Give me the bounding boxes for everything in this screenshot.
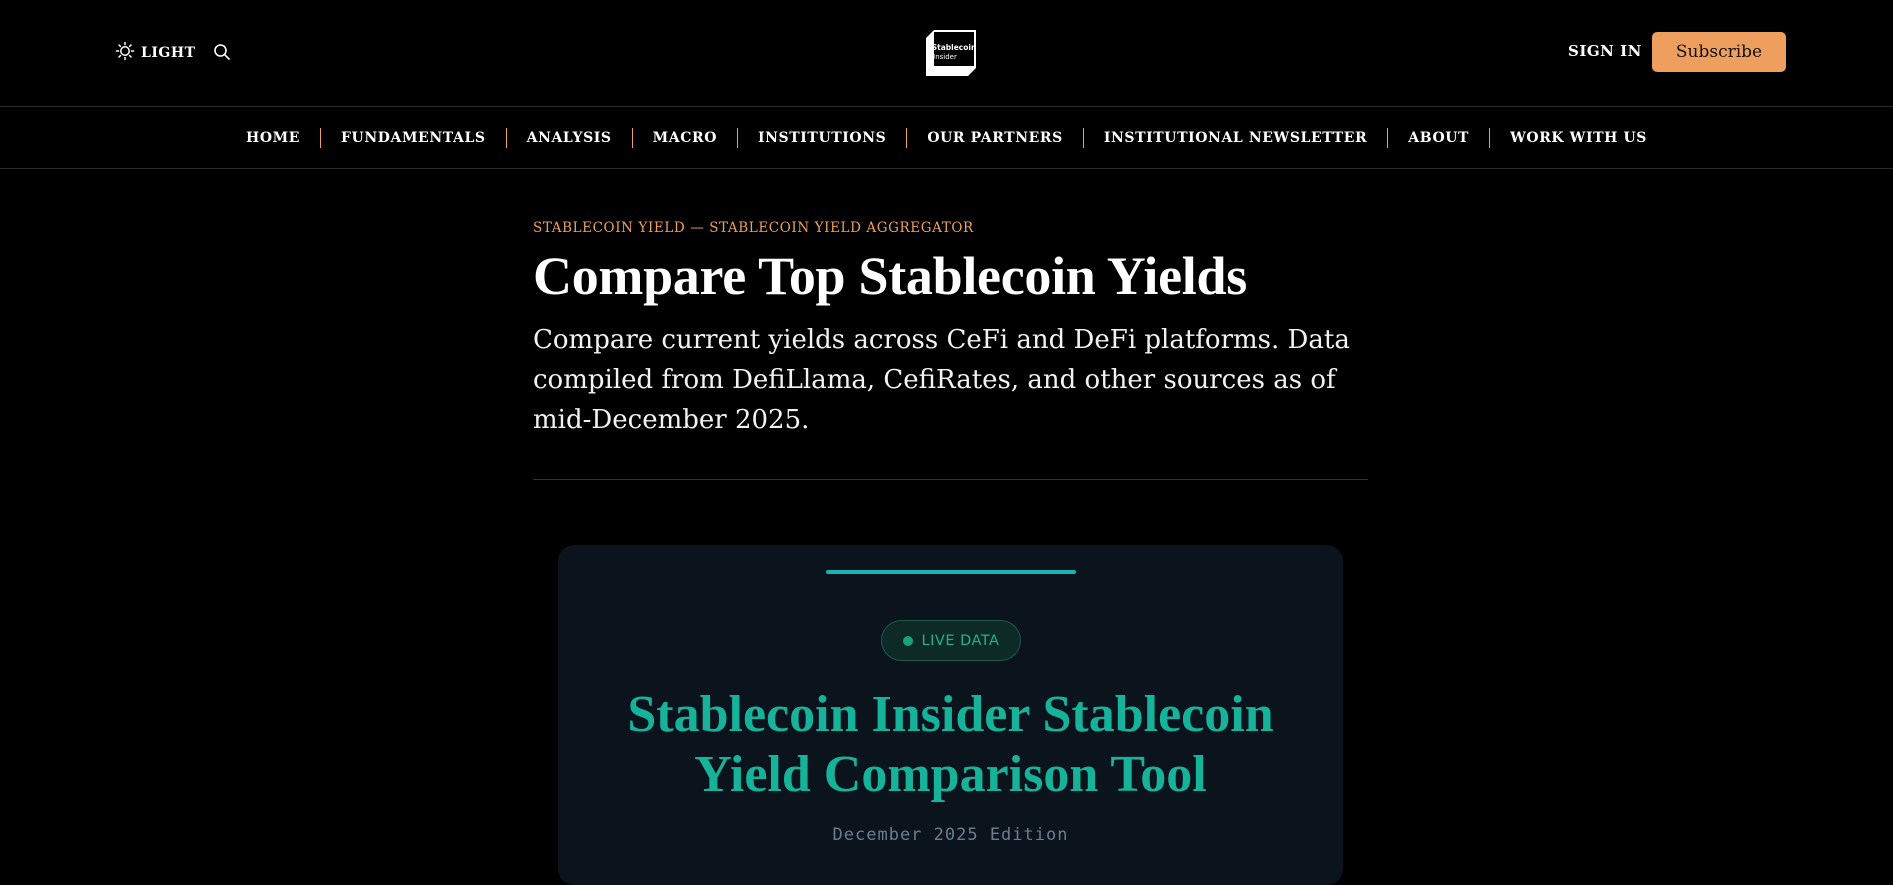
- main-nav: HOME FUNDAMENTALS ANALYSIS MACRO INSTITU…: [0, 108, 1893, 169]
- section-kicker: STABLECOIN YIELD — STABLECOIN YIELD AGGR…: [533, 220, 974, 236]
- sun-icon: [115, 41, 135, 65]
- live-data-label: LIVE DATA: [921, 632, 1000, 649]
- live-data-badge: LIVE DATA: [881, 620, 1021, 661]
- nav-item-about[interactable]: ABOUT: [1388, 130, 1489, 146]
- nav-item-our-partners[interactable]: OUR PARTNERS: [907, 130, 1083, 146]
- card-title-line: Stablecoin Insider Stablecoin: [627, 686, 1274, 743]
- theme-toggle-label: LIGHT: [141, 45, 196, 61]
- card-title-line: Yield Comparison Tool: [694, 746, 1207, 803]
- nav-item-analysis[interactable]: ANALYSIS: [507, 130, 632, 146]
- nav-item-institutional-newsletter[interactable]: INSTITUTIONAL NEWSLETTER: [1084, 130, 1387, 146]
- edition-label: December 2025 Edition: [832, 825, 1069, 845]
- search-icon: [212, 44, 232, 66]
- nav-item-macro[interactable]: MACRO: [633, 130, 737, 146]
- sign-in-link[interactable]: SIGN IN: [1568, 42, 1642, 64]
- nav-item-home[interactable]: HOME: [226, 130, 320, 146]
- site-logo[interactable]: Stablecoin Insider: [924, 28, 978, 77]
- logo-text-line2: Insider: [933, 53, 957, 61]
- theme-toggle[interactable]: LIGHT: [115, 41, 196, 65]
- nav-item-fundamentals[interactable]: FUNDAMENTALS: [321, 130, 506, 146]
- page-title: Compare Top Stablecoin Yields: [533, 246, 1247, 306]
- nav-item-work-with-us[interactable]: WORK WITH US: [1490, 130, 1667, 146]
- nav-item-institutions[interactable]: INSTITUTIONS: [738, 130, 906, 146]
- site-header: LIGHT Stablecoin Insider SIGN IN Subscri…: [0, 0, 1893, 107]
- intro-paragraph: Compare current yields across CeFi and D…: [533, 325, 1350, 435]
- card-accent-bar: [826, 570, 1076, 574]
- yield-tool-card: LIVE DATA Stablecoin Insider Stablecoin …: [558, 545, 1343, 885]
- divider: [533, 479, 1368, 480]
- card-title: Stablecoin Insider Stablecoin Yield Comp…: [558, 685, 1343, 805]
- search-button[interactable]: [212, 42, 232, 62]
- live-status-dot-icon: [902, 635, 913, 646]
- logo-text-line1: Stablecoin: [932, 43, 977, 52]
- subscribe-button[interactable]: Subscribe: [1652, 32, 1786, 72]
